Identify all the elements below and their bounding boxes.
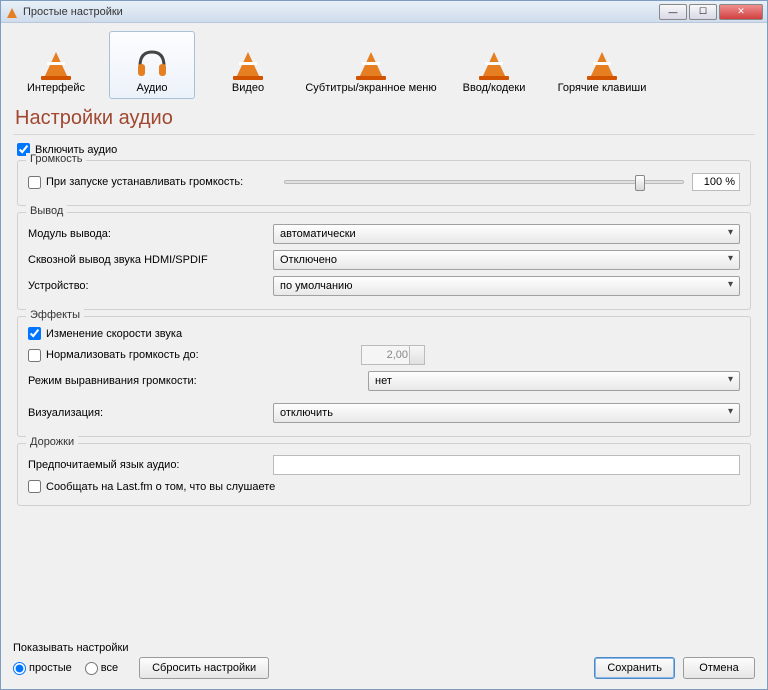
tab-label: Ввод/кодеки bbox=[463, 82, 526, 94]
replaygain-label: Режим выравнивания громкости: bbox=[28, 375, 368, 387]
volume-value: 100 % bbox=[692, 173, 740, 191]
lastfm-checkbox[interactable] bbox=[28, 480, 41, 493]
cone-icon bbox=[230, 44, 266, 80]
device-label: Устройство: bbox=[28, 280, 273, 292]
simple-radio-label: простые bbox=[29, 662, 72, 674]
cone-icon bbox=[38, 44, 74, 80]
cone-icon bbox=[476, 44, 512, 80]
page-title: Настройки аудио bbox=[15, 107, 755, 130]
visualization-select[interactable]: отключить bbox=[273, 403, 740, 423]
output-module-label: Модуль вывода: bbox=[28, 228, 273, 240]
headphones-icon bbox=[134, 44, 170, 80]
tab-subtitles[interactable]: Субтитры/экранное меню bbox=[301, 31, 441, 99]
simple-radio[interactable] bbox=[13, 662, 26, 675]
reset-button[interactable]: Сбросить настройки bbox=[139, 657, 269, 679]
tab-hotkeys[interactable]: Горячие клавиши bbox=[547, 31, 657, 99]
fieldset-legend: Дорожки bbox=[26, 436, 78, 448]
normalize-label: Нормализовать громкость до: bbox=[46, 349, 271, 361]
show-settings-label: Показывать настройки bbox=[13, 642, 269, 654]
tab-label: Субтитры/экранное меню bbox=[305, 82, 436, 94]
passthrough-label: Сквозной вывод звука HDMI/SPDIF bbox=[28, 254, 273, 266]
volume-slider[interactable] bbox=[284, 180, 684, 184]
fieldset-legend: Громкость bbox=[26, 153, 86, 165]
preferences-window: Простые настройки — ☐ ✕ Интерфейс Аудио … bbox=[0, 0, 768, 690]
cancel-button[interactable]: Отмена bbox=[683, 657, 755, 679]
preferred-lang-label: Предпочитаемый язык аудио: bbox=[28, 459, 273, 471]
window-title: Простые настройки bbox=[23, 6, 659, 18]
cone-icon bbox=[584, 44, 620, 80]
passthrough-select[interactable]: Отключено bbox=[273, 250, 740, 270]
normalize-spinner[interactable]: 2,00 bbox=[361, 345, 425, 365]
output-fieldset: Вывод Модуль вывода: автоматически Сквоз… bbox=[17, 212, 751, 310]
tab-input-codecs[interactable]: Ввод/кодеки bbox=[451, 31, 537, 99]
replaygain-select[interactable]: нет bbox=[368, 371, 740, 391]
volume-fieldset: Громкость При запуске устанавливать гром… bbox=[17, 160, 751, 206]
titlebar[interactable]: Простые настройки — ☐ ✕ bbox=[1, 1, 767, 23]
all-radio-label: все bbox=[101, 662, 118, 674]
startup-volume-label: При запуске устанавливать громкость: bbox=[46, 176, 276, 188]
enable-audio-row: Включить аудио bbox=[17, 143, 751, 156]
tab-audio[interactable]: Аудио bbox=[109, 31, 195, 99]
tab-label: Видео bbox=[232, 82, 264, 94]
minimize-button[interactable]: — bbox=[659, 4, 687, 20]
bottom-bar: Показывать настройки простые все Сбросит… bbox=[1, 634, 767, 689]
tab-label: Аудио bbox=[136, 82, 167, 94]
tab-label: Горячие клавиши bbox=[558, 82, 647, 94]
fieldset-legend: Вывод bbox=[26, 205, 67, 217]
startup-volume-checkbox[interactable] bbox=[28, 176, 41, 189]
lastfm-label: Сообщать на Last.fm о том, что вы слушае… bbox=[46, 481, 275, 493]
tab-video[interactable]: Видео bbox=[205, 31, 291, 99]
category-tabs: Интерфейс Аудио Видео Субтитры/экранное … bbox=[13, 31, 755, 99]
maximize-button[interactable]: ☐ bbox=[689, 4, 717, 20]
app-icon bbox=[5, 5, 19, 19]
preferred-lang-input[interactable] bbox=[273, 455, 740, 475]
all-radio[interactable] bbox=[85, 662, 98, 675]
device-select[interactable]: по умолчанию bbox=[273, 276, 740, 296]
pitch-shift-label: Изменение скорости звука bbox=[46, 328, 182, 340]
pitch-shift-checkbox[interactable] bbox=[28, 327, 41, 340]
tab-interface[interactable]: Интерфейс bbox=[13, 31, 99, 99]
output-module-select[interactable]: автоматически bbox=[273, 224, 740, 244]
save-button[interactable]: Сохранить bbox=[594, 657, 675, 679]
effects-fieldset: Эффекты Изменение скорости звука Нормали… bbox=[17, 316, 751, 437]
fieldset-legend: Эффекты bbox=[26, 309, 84, 321]
close-button[interactable]: ✕ bbox=[719, 4, 763, 20]
cone-icon bbox=[353, 44, 389, 80]
normalize-checkbox[interactable] bbox=[28, 349, 41, 362]
tab-label: Интерфейс bbox=[27, 82, 85, 94]
divider bbox=[13, 134, 755, 135]
visualization-label: Визуализация: bbox=[28, 407, 273, 419]
tracks-fieldset: Дорожки Предпочитаемый язык аудио: Сообщ… bbox=[17, 443, 751, 506]
